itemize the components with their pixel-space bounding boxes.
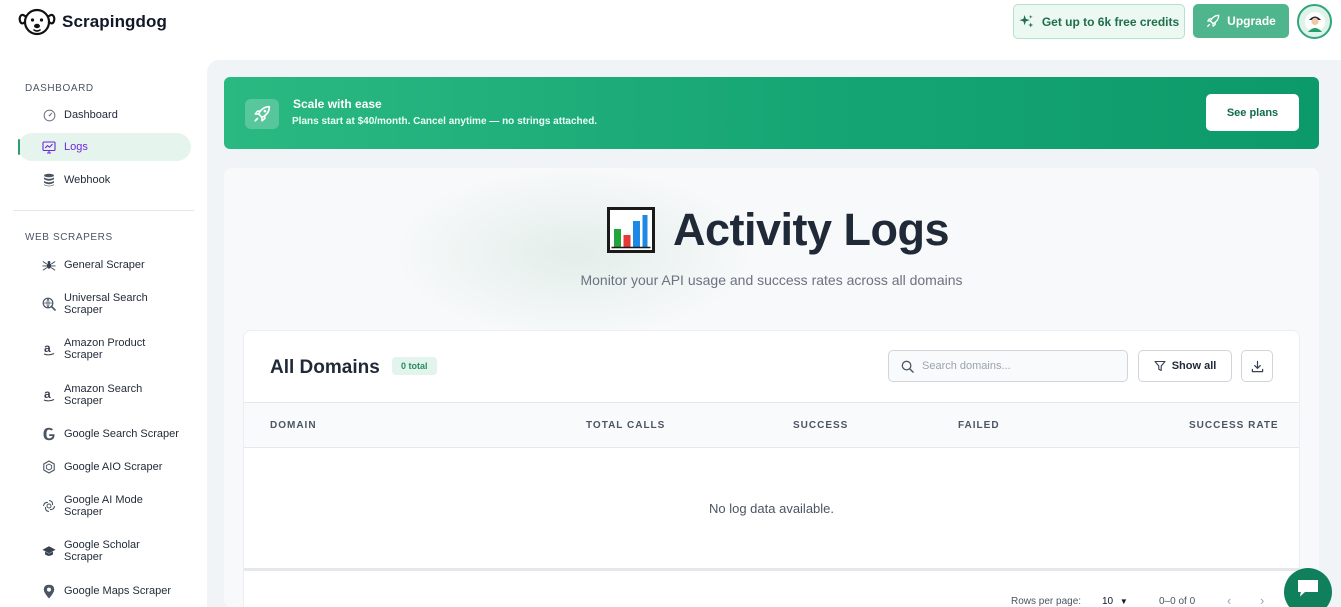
- spider-icon: [42, 258, 56, 272]
- sidebar-section-dashboard: DASHBOARD: [25, 83, 94, 94]
- page-header: Activity Logs: [607, 204, 950, 256]
- sidebar-item-label: Google Scholar Scraper: [64, 539, 140, 563]
- sidebar-item-google-ai-mode-scraper[interactable]: Google AI Mode Scraper: [18, 494, 191, 518]
- sparkle-icon: [1019, 14, 1034, 28]
- sidebar-item-amazon-product-scraper[interactable]: a Amazon Product Scraper: [18, 337, 191, 361]
- top-bar: Scrapingdog Get up to 6k free credits Up…: [0, 0, 1341, 60]
- sidebar-item-google-maps-scraper[interactable]: Google Maps Scraper: [18, 584, 191, 598]
- card-title: All Domains: [270, 357, 380, 378]
- sidebar-item-label: Google Search Scraper: [64, 428, 179, 440]
- sidebar-item-label: Google AIO Scraper: [64, 461, 163, 473]
- previous-page-icon[interactable]: ‹: [1227, 593, 1231, 607]
- table-header: DOMAIN TOTAL CALLS SUCCESS FAILED SUCCES…: [244, 402, 1299, 448]
- database-icon: [42, 173, 56, 187]
- page-subtitle: Monitor your API usage and success rates…: [580, 272, 963, 288]
- sidebar-item-label: General Scraper: [64, 259, 145, 271]
- map-pin-icon: [42, 584, 56, 598]
- upgrade-label: Upgrade: [1227, 14, 1276, 28]
- sidebar-item-label: Logs: [64, 141, 88, 153]
- pagination-range: 0–0 of 0: [1159, 596, 1196, 607]
- search-globe-icon: [42, 297, 56, 311]
- rows-per-page-value: 10: [1102, 596, 1114, 607]
- sidebar-section-web-scrapers: WEB SCRAPERS: [25, 232, 113, 243]
- dog-logo-icon: [18, 8, 56, 36]
- search-icon: [901, 360, 914, 373]
- sidebar-item-label: Amazon Product Scraper: [64, 337, 146, 361]
- promo-banner: Scale with ease Plans start at $40/month…: [224, 77, 1319, 149]
- sidebar-item-general-scraper[interactable]: General Scraper: [18, 258, 191, 272]
- total-count-badge: 0 total: [392, 357, 437, 375]
- rows-per-page-label: Rows per page:: [1011, 596, 1082, 607]
- banner-title: Scale with ease: [293, 97, 382, 111]
- banner-subtitle: Plans start at $40/month. Cancel anytime…: [292, 116, 598, 127]
- sidebar-item-google-aio-scraper[interactable]: Google AIO Scraper: [18, 460, 191, 474]
- sidebar-item-label: Google Maps Scraper: [64, 585, 171, 597]
- column-success[interactable]: SUCCESS: [793, 420, 848, 431]
- rocket-icon: [245, 99, 279, 129]
- sidebar-item-label: Webhook: [64, 174, 111, 186]
- sidebar-item-amazon-search-scraper[interactable]: a Amazon Search Scraper: [18, 383, 191, 407]
- sidebar-item-google-search-scraper[interactable]: Google Search Scraper: [18, 427, 191, 441]
- filter-icon: [1154, 360, 1166, 372]
- domains-card: All Domains 0 total Show all: [243, 330, 1300, 607]
- sidebar-item-universal-search-scraper[interactable]: Universal Search Scraper: [18, 292, 191, 316]
- download-icon: [1251, 360, 1263, 372]
- next-page-icon[interactable]: ›: [1260, 593, 1264, 607]
- gauge-icon: [42, 108, 56, 122]
- download-button[interactable]: [1241, 350, 1273, 382]
- sidebar-item-label: Amazon Search Scraper: [64, 383, 143, 407]
- sidebar-item-label: Google AI Mode Scraper: [64, 494, 143, 518]
- amazon-icon: a: [42, 388, 56, 402]
- svg-text:a: a: [44, 342, 51, 355]
- show-all-filter-button[interactable]: Show all: [1138, 350, 1232, 382]
- table-footer-divider: [244, 568, 1299, 571]
- chat-bubble-icon: [1298, 580, 1318, 597]
- filter-label: Show all: [1171, 360, 1217, 372]
- rows-per-page-select[interactable]: 10 ▼: [1102, 596, 1128, 607]
- sidebar-item-logs[interactable]: Logs: [18, 133, 191, 161]
- brand-name: Scrapingdog: [62, 12, 167, 31]
- user-avatar[interactable]: [1297, 4, 1332, 39]
- main-content: Scale with ease Plans start at $40/month…: [207, 60, 1341, 607]
- monitor-chart-icon: [42, 140, 56, 154]
- search-input[interactable]: [922, 360, 1117, 372]
- bar-chart-icon: [607, 207, 655, 253]
- user-avatar-icon: [1304, 11, 1325, 32]
- logs-content: Activity Logs Monitor your API usage and…: [224, 168, 1319, 607]
- search-box[interactable]: [888, 350, 1128, 382]
- sidebar-divider: [13, 210, 194, 211]
- column-success-rate[interactable]: SUCCESS RATE: [1189, 420, 1279, 431]
- rocket-icon: [1207, 14, 1220, 27]
- sidebar-item-google-scholar-scraper[interactable]: Google Scholar Scraper: [18, 539, 191, 563]
- empty-table-message: No log data available.: [708, 501, 835, 516]
- chevron-down-icon: ▼: [1119, 597, 1128, 606]
- graduation-cap-icon: [42, 544, 56, 558]
- ai-swirl-icon: [42, 499, 56, 513]
- google-icon: [42, 427, 56, 441]
- sidebar: DASHBOARD Dashboard Logs Webhook WEB SCR…: [0, 60, 207, 607]
- page-title: Activity Logs: [673, 204, 950, 255]
- amazon-icon: a: [42, 342, 56, 356]
- see-plans-button[interactable]: See plans: [1206, 94, 1299, 131]
- sidebar-item-label: Universal Search Scraper: [64, 292, 148, 316]
- column-failed[interactable]: FAILED: [958, 420, 1000, 431]
- free-credits-label: Get up to 6k free credits: [1041, 14, 1180, 29]
- column-total-calls[interactable]: TOTAL CALLS: [586, 420, 665, 431]
- column-domain[interactable]: DOMAIN: [270, 420, 317, 431]
- svg-text:a: a: [44, 388, 51, 401]
- brand[interactable]: Scrapingdog: [18, 7, 167, 37]
- hexagon-icon: [42, 460, 56, 474]
- sidebar-item-label: Dashboard: [64, 109, 118, 121]
- free-credits-button[interactable]: Get up to 6k free credits: [1013, 4, 1185, 39]
- sidebar-item-dashboard[interactable]: Dashboard: [18, 108, 191, 122]
- sidebar-item-webhook[interactable]: Webhook: [18, 173, 191, 187]
- upgrade-button[interactable]: Upgrade: [1193, 4, 1289, 38]
